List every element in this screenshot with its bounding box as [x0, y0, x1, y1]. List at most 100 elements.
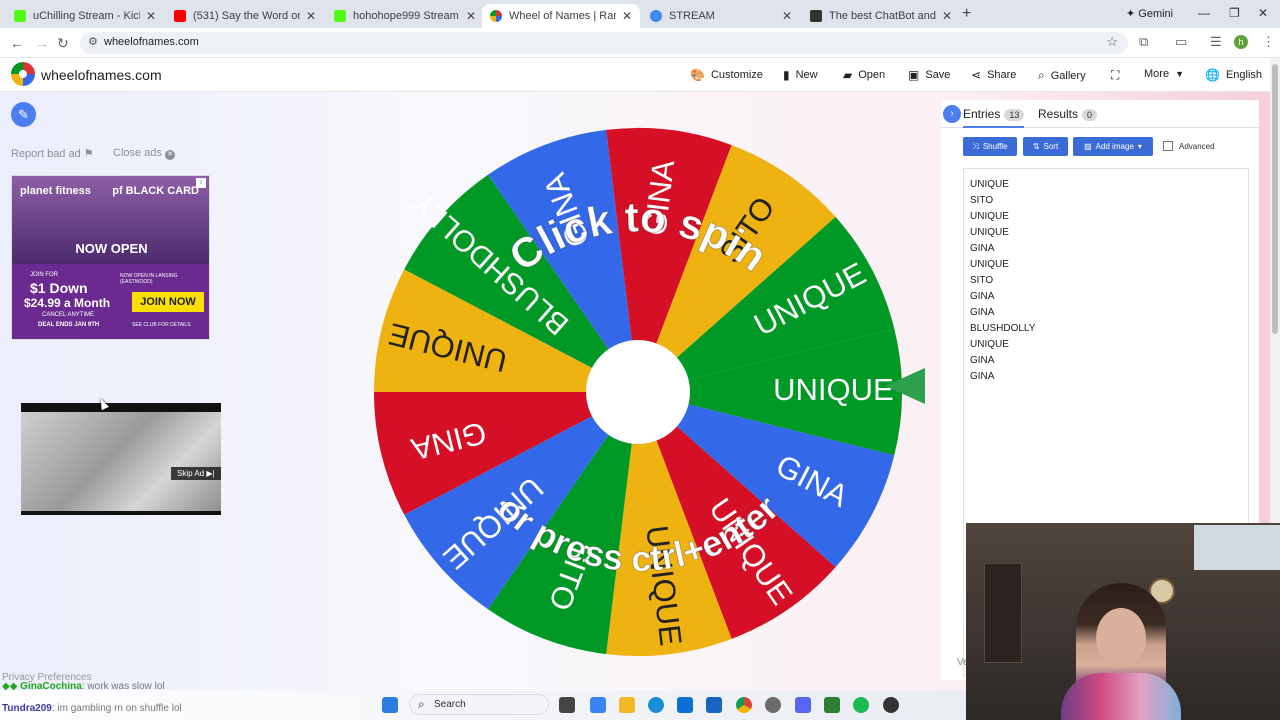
fullscreen-button[interactable]: ⛶ — [1111, 68, 1119, 83]
edge-icon[interactable] — [648, 697, 664, 713]
omnibox[interactable]: ⚙ wheelofnames.com ☆ — [80, 32, 1128, 54]
profile-avatar[interactable]: h — [1234, 35, 1248, 49]
globe-icon: 🌐 — [1205, 68, 1220, 82]
gemini-button[interactable]: ✦ Gemini — [1126, 7, 1173, 20]
checkbox-box[interactable] — [1163, 141, 1173, 151]
extensions-icon[interactable]: ⧉ — [1139, 34, 1148, 50]
kebab-menu-icon[interactable]: ⋮ — [1262, 34, 1275, 50]
settings-icon[interactable] — [765, 697, 781, 713]
downloads-icon[interactable]: ☰ — [1210, 34, 1222, 50]
shuffle-button[interactable]: ⤨ Shuffle — [963, 137, 1017, 156]
minimize-icon[interactable]: — — [1198, 6, 1210, 20]
address-bar: ← → ↻ ⚙ wheelofnames.com ☆ ⧉ ▭ ☰ h ⋮ — [0, 28, 1280, 58]
tab-kick-stream[interactable]: hohohope999 Stream - Kick Da ✕ — [326, 4, 484, 28]
scrollbar-thumb[interactable] — [1272, 64, 1278, 334]
store-icon[interactable] — [677, 697, 693, 713]
entry-line[interactable]: SITO — [970, 273, 1242, 289]
sort-button[interactable]: ⇅ Sort — [1023, 137, 1068, 156]
taskbar-search-label: Search — [434, 699, 466, 710]
url-text[interactable]: wheelofnames.com — [104, 36, 199, 48]
edit-pencil-button[interactable]: ✎ — [11, 102, 36, 127]
skip-ad-button[interactable]: Skip Ad ▶| — [171, 467, 221, 480]
file-explorer-icon[interactable] — [619, 697, 635, 713]
entry-line[interactable]: SITO — [970, 193, 1242, 209]
tab-chatbot[interactable]: The best ChatBot and Widgets ✕ — [802, 4, 960, 28]
ad-info-icon[interactable]: i — [196, 178, 206, 188]
task-view-icon[interactable] — [559, 697, 575, 713]
tab-results[interactable]: Results 0 — [1038, 107, 1098, 121]
customize-button[interactable]: 🎨 Customize — [690, 68, 763, 82]
tab-wheel-of-names[interactable]: Wheel of Names | Random nam ✕ — [482, 4, 640, 28]
bot-icon — [810, 10, 822, 22]
menu-label: New — [795, 69, 818, 81]
tab-stream[interactable]: STREAM ✕ — [642, 4, 800, 28]
save-button[interactable]: ▣ Save — [908, 68, 950, 82]
kick-icon — [334, 10, 346, 22]
entry-line[interactable]: UNIQUE — [970, 209, 1242, 225]
close-icon[interactable]: ✕ — [782, 9, 792, 23]
chrome-icon[interactable] — [736, 697, 752, 713]
obs-icon[interactable] — [883, 697, 899, 713]
banner-ad[interactable]: planet fitness pf BLACK CARD NOW OPEN JO… — [11, 175, 210, 340]
collapse-panel-icon[interactable]: › — [943, 105, 961, 123]
more-button[interactable]: More ▼ — [1144, 68, 1184, 80]
folder-icon: ▰ — [843, 68, 853, 82]
window-close-icon[interactable]: ✕ — [1258, 6, 1268, 20]
new-tab-icon[interactable]: + — [962, 5, 971, 23]
close-icon[interactable]: ✕ — [146, 9, 156, 23]
wheel-logo-icon[interactable] — [11, 62, 35, 86]
cast-icon[interactable]: ▭ — [1175, 34, 1187, 50]
search-icon: ⌕ — [418, 697, 425, 711]
entry-line[interactable]: UNIQUE — [970, 337, 1242, 353]
entry-line[interactable]: BLUSHDOLLY — [970, 321, 1242, 337]
name-wheel[interactable]: UNIQUEGINAUNIQUEUNIQUESITOUNIQUEGINAUNIQ… — [370, 124, 906, 660]
close-icon[interactable]: ✕ — [622, 9, 632, 23]
wheel-center-hub[interactable] — [586, 340, 690, 444]
entry-line[interactable]: GINA — [970, 353, 1242, 369]
add-image-button[interactable]: ▨ Add image ▾ — [1073, 137, 1153, 156]
advanced-label: Advanced — [1179, 141, 1215, 151]
taskbar-search[interactable]: ⌕ Search — [409, 694, 549, 715]
new-button[interactable]: ▮ New — [783, 68, 818, 82]
tab-youtube[interactable]: (531) Say the Word on the Bea ✕ — [166, 4, 324, 28]
language-button[interactable]: 🌐 English — [1205, 68, 1262, 82]
bookmark-star-icon[interactable]: ☆ — [1106, 34, 1118, 50]
open-button[interactable]: ▰ Open — [843, 68, 885, 82]
forward-icon[interactable]: → — [35, 35, 49, 51]
entry-line[interactable]: GINA — [970, 305, 1242, 321]
report-bad-ad-link[interactable]: Report bad ad ⚑ — [11, 147, 94, 160]
webcam-overlay — [966, 523, 1280, 720]
share-button[interactable]: ⋖ Share — [971, 68, 1016, 82]
advanced-checkbox[interactable]: Advanced — [1163, 141, 1215, 151]
video-ad[interactable]: Skip Ad ▶| — [21, 403, 221, 515]
entry-line[interactable]: UNIQUE — [970, 257, 1242, 273]
streamer-hoodie — [1061, 673, 1181, 720]
entry-line[interactable]: GINA — [970, 241, 1242, 257]
ad-cancel-anytime: CANCEL ANYTIME — [42, 312, 95, 318]
entry-line[interactable]: UNIQUE — [970, 225, 1242, 241]
gallery-button[interactable]: ⌕ Gallery — [1038, 68, 1086, 83]
site-name[interactable]: wheelofnames.com — [41, 67, 162, 83]
entry-line[interactable]: GINA — [970, 369, 1242, 385]
close-ads-link[interactable]: Close ads ✕ — [113, 147, 175, 160]
tab-entries[interactable]: Entries 13 — [963, 107, 1025, 128]
ad-join-now-button[interactable]: JOIN NOW — [132, 292, 204, 312]
copilot-icon[interactable] — [590, 697, 606, 713]
windows-start-icon[interactable] — [382, 697, 398, 713]
close-icon[interactable]: ✕ — [466, 9, 476, 23]
back-icon[interactable]: ← — [10, 35, 24, 51]
site-info-icon[interactable]: ⚙ — [88, 35, 98, 48]
ad-brand: planet fitness — [20, 185, 91, 197]
outlook-icon[interactable] — [706, 697, 722, 713]
entry-line[interactable]: UNIQUE — [970, 177, 1242, 193]
spotify-icon[interactable] — [853, 697, 869, 713]
entries-tab-label: Entries — [963, 107, 1001, 121]
close-icon[interactable]: ✕ — [942, 9, 952, 23]
tab-kick-dashboard[interactable]: uChilling Stream - Kick Dashbo ✕ — [6, 4, 164, 28]
app-icon[interactable] — [824, 697, 840, 713]
reload-icon[interactable]: ↻ — [57, 35, 69, 52]
entry-line[interactable]: GINA — [970, 289, 1242, 305]
discord-icon[interactable] — [795, 697, 811, 713]
restore-icon[interactable]: ❐ — [1229, 6, 1240, 20]
close-icon[interactable]: ✕ — [306, 9, 316, 23]
